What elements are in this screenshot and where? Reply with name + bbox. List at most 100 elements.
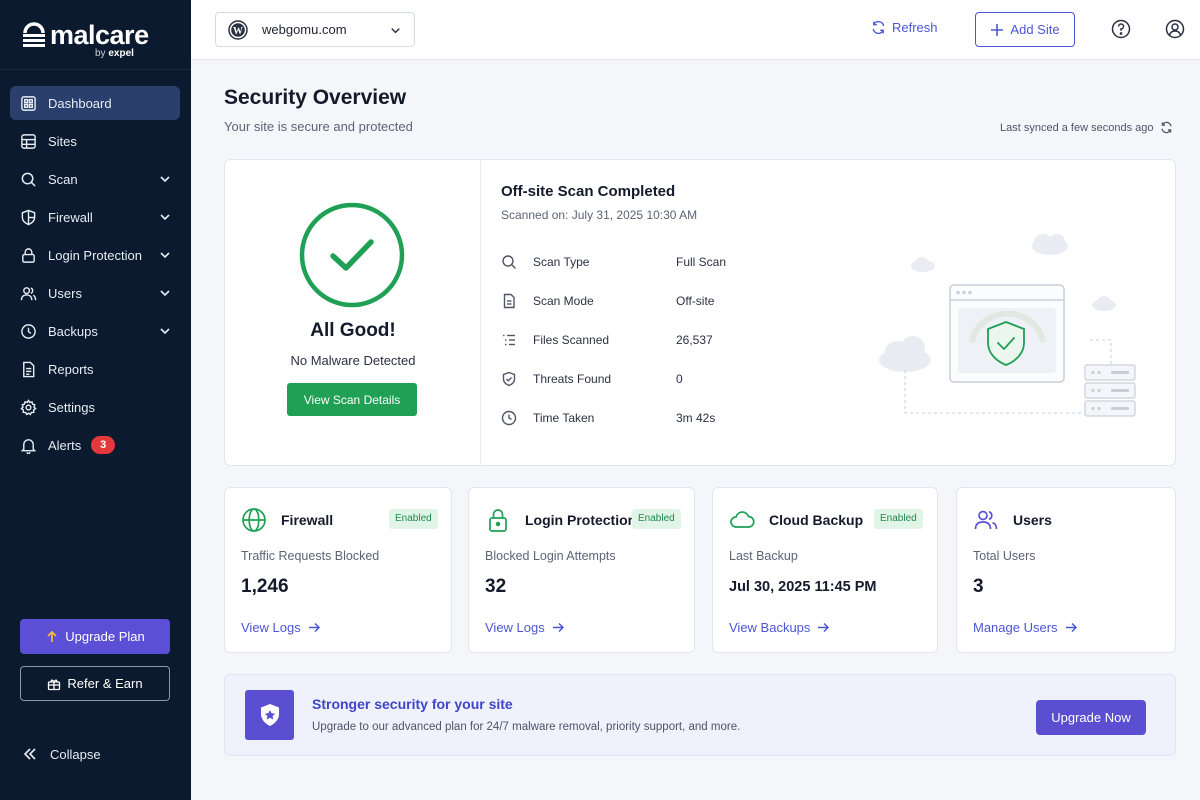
users-icon [974,510,998,530]
site-selector[interactable]: W webgomu.com [215,12,415,47]
view-logs-link[interactable]: View Logs [485,620,565,635]
lock-icon [22,247,35,263]
add-site-label: Add Site [1010,22,1060,37]
scan-row-time: Time Taken 3m 42s [501,398,726,437]
scan-row-value: 3m 42s [676,410,716,425]
view-scan-details-button[interactable]: View Scan Details [287,383,417,416]
search-icon [21,172,36,187]
sidebar-item-label: Sites [48,133,77,149]
alerts-count-badge: 3 [91,436,116,454]
banner-shield-badge [245,690,294,740]
refresh-button[interactable]: Refresh [871,20,938,35]
sidebar-nav: Dashboard Sites Scan Firewall Login Prot… [10,86,180,466]
sidebar-item-label: Reports [48,361,94,377]
chevron-down-icon[interactable] [158,248,172,262]
shield-star-icon [260,704,279,726]
brand-name: malcare [50,20,149,50]
scan-row-label: Time Taken [533,410,595,425]
list-icon [503,334,515,345]
scan-row-mode: Scan Mode Off-site [501,281,726,320]
gear-icon [20,398,37,416]
sidebar-item-label: Dashboard [48,95,112,111]
scan-row-files: Files Scanned 26,537 [501,320,726,359]
link-label: View Logs [485,620,545,635]
sidebar-item-sites[interactable]: Sites [10,124,180,158]
chevron-down-icon[interactable] [158,172,172,186]
clock-icon [501,410,517,425]
sidebar-item-reports[interactable]: Reports [10,352,180,386]
view-backups-link[interactable]: View Backups [729,620,830,635]
arrow-up-icon [47,630,57,642]
sidebar-item-alerts[interactable]: Alerts 3 [10,428,180,462]
chevron-down-icon [391,28,400,34]
card-title: Login Protection [525,512,637,528]
sidebar-item-firewall[interactable]: Firewall [10,200,180,234]
status-panel: All Good! No Malware Detected View Scan … [225,160,481,465]
refresh-icon [872,20,885,35]
sidebar-item-login-protection[interactable]: Login Protection [10,238,180,272]
sites-icon [21,133,36,149]
brand-logo[interactable]: malcare by expel [0,0,191,70]
card-title: Cloud Backup [769,512,864,528]
sidebar-item-label: Users [48,285,82,301]
secure-server-illustration [879,234,1136,417]
double-chevron-left-icon [23,748,36,760]
users-icon [20,286,37,300]
status-badge: Enabled [874,509,923,529]
link-label: Manage Users [973,620,1058,635]
shield-icon [21,209,36,225]
add-site-button[interactable]: Add Site [975,12,1075,47]
arrow-right-icon [552,622,564,633]
plus-icon [991,23,1004,36]
brand-company: expel [108,48,134,59]
sidebar-item-label: Firewall [48,209,93,225]
status-badge: Enabled [632,509,681,529]
card-value: 1,246 [241,576,289,597]
arrow-right-icon [1065,622,1077,633]
refer-earn-button[interactable]: Refer & Earn [20,666,170,701]
upgrade-banner: Stronger security for your site Upgrade … [224,674,1176,756]
card-label: Total Users [973,549,1036,563]
sidebar-item-settings[interactable]: Settings [10,390,180,424]
bell-icon [20,438,37,454]
sidebar-item-dashboard[interactable]: Dashboard [10,86,180,120]
chevron-down-icon[interactable] [158,286,172,300]
page-subtitle: Your site is secure and protected [224,119,413,134]
card-label: Traffic Requests Blocked [241,549,380,563]
brand-byline: by expel [95,48,134,59]
chevron-down-icon[interactable] [158,324,172,338]
help-icon[interactable] [1111,19,1131,39]
sidebar-item-users[interactable]: Users [10,276,180,310]
link-label: View Backups [729,620,811,635]
scan-row-value: 0 [676,371,683,386]
upgrade-now-button[interactable]: Upgrade Now [1036,700,1146,735]
reports-icon [23,361,35,377]
scan-row-label: Files Scanned [533,332,610,347]
firewall-card: Firewall Enabled Traffic Requests Blocke… [224,487,452,653]
sidebar: malcare by expel Dashboard Sites Scan Fi… [0,0,191,800]
backup-icon [21,323,36,339]
card-label: Last Backup [729,549,798,563]
card-title: Users [1013,512,1052,528]
card-value: 3 [973,576,984,597]
user-account-icon[interactable] [1165,19,1185,39]
view-logs-link[interactable]: View Logs [241,620,321,635]
chevron-down-icon[interactable] [158,210,172,224]
cloud-icon [730,511,755,528]
scan-row-type: Scan Type Full Scan [501,242,726,281]
status-badge: Enabled [389,509,438,529]
cloud-backup-card: Cloud Backup Enabled Last Backup Jul 30,… [712,487,938,653]
upgrade-plan-button[interactable]: Upgrade Plan [20,619,170,654]
manage-users-link[interactable]: Manage Users [973,620,1078,635]
scan-row-value: Full Scan [676,254,727,269]
banner-title: Stronger security for your site [312,696,513,712]
scan-row-label: Scan Mode [533,293,594,308]
arrow-right-icon [308,622,320,633]
sidebar-item-scan[interactable]: Scan [10,162,180,196]
sync-status-text: Last synced a few seconds ago [1000,121,1154,134]
refresh-icon[interactable] [1160,121,1173,134]
collapse-sidebar-button[interactable]: Collapse [22,746,101,762]
sidebar-item-backups[interactable]: Backups [10,314,180,348]
upgrade-plan-label: Upgrade Plan [65,629,145,644]
sidebar-item-label: Settings [48,399,95,415]
